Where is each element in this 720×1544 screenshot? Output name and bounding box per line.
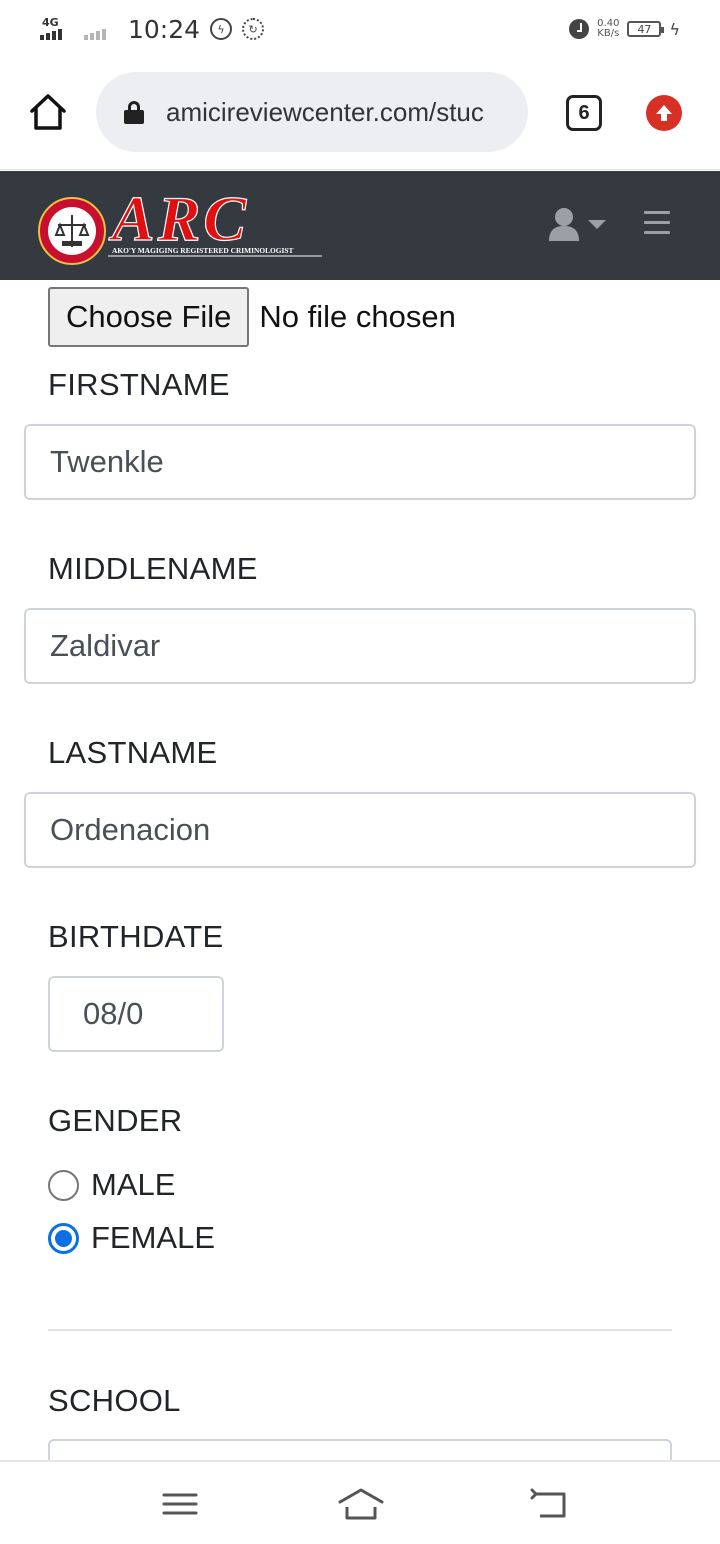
- recent-apps-button[interactable]: [160, 1486, 200, 1522]
- speed-unit: KB/s: [597, 28, 620, 39]
- arrow-up-icon: [656, 105, 672, 121]
- update-button[interactable]: [646, 95, 682, 131]
- lastname-label: LASTNAME: [48, 735, 218, 770]
- status-right: 0.40 KB/s 47 ϟ: [569, 19, 680, 39]
- male-label: MALE: [91, 1167, 176, 1202]
- system-home-button[interactable]: [338, 1486, 384, 1522]
- female-radio[interactable]: [48, 1222, 79, 1254]
- birthdate-label: BIRTHDATE: [48, 919, 224, 954]
- home-outline-icon: [338, 1488, 384, 1520]
- user-icon: [549, 208, 579, 241]
- network-speed: 0.40 KB/s: [597, 19, 619, 39]
- male-radio[interactable]: [48, 1169, 79, 1201]
- middlename-value: Zaldivar: [50, 628, 161, 663]
- clock: 10:24: [128, 14, 201, 44]
- tab-switcher-button[interactable]: 6: [566, 95, 602, 131]
- home-icon: [30, 94, 66, 130]
- network-type: 4G: [42, 16, 59, 29]
- mobile-signal-icon: 4G: [40, 16, 74, 42]
- logo-graphic: ARC AKO'Y MAGIGING REGISTERED CRIMINOLOG…: [38, 182, 322, 265]
- user-menu-toggle[interactable]: [548, 207, 606, 241]
- gender-label: GENDER: [48, 1103, 183, 1138]
- lock-icon: [124, 101, 144, 124]
- back-button[interactable]: [530, 1486, 570, 1522]
- menu-icon: [162, 1493, 198, 1515]
- firstname-value: Twenkle: [50, 444, 164, 479]
- school-input[interactable]: [48, 1439, 672, 1460]
- site-navbar: ARC AKO'Y MAGIGING REGISTERED CRIMINOLOG…: [0, 171, 720, 280]
- file-upload: Choose File No file chosen: [48, 287, 456, 347]
- hamburger-menu-button[interactable]: [644, 211, 670, 241]
- lastname-value: Ordenacion: [50, 812, 211, 847]
- home-button[interactable]: [28, 92, 68, 132]
- address-bar[interactable]: amicireviewcenter.com/stuc: [96, 72, 528, 152]
- lastname-input[interactable]: Ordenacion: [24, 792, 696, 868]
- chevron-down-icon: [588, 219, 606, 229]
- firstname-label: FIRSTNAME: [48, 367, 230, 402]
- logo-tagline: AKO'Y MAGIGING REGISTERED CRIMINOLOGIST: [112, 246, 294, 255]
- charging-icon: ϟ: [669, 19, 680, 39]
- student-form: Choose File No file chosen FIRSTNAME Twe…: [0, 280, 720, 1460]
- status-left: 4G 10:24 ϟ ↻: [40, 14, 265, 44]
- status-bar: 4G 10:24 ϟ ↻ 0.40 KB/s 47 ϟ: [0, 0, 720, 58]
- firstname-input[interactable]: Twenkle: [24, 424, 696, 500]
- arc-logo[interactable]: ARC AKO'Y MAGIGING REGISTERED CRIMINOLOG…: [34, 182, 324, 265]
- birthdate-value: 08/0: [83, 996, 144, 1031]
- tab-count: 6: [578, 101, 590, 124]
- back-icon: [530, 1488, 566, 1518]
- gender-option-female[interactable]: FEMALE: [48, 1220, 215, 1256]
- section-divider: [48, 1329, 672, 1331]
- secondary-signal-icon: [84, 16, 112, 42]
- choose-file-button[interactable]: Choose File: [48, 287, 250, 347]
- birthdate-input[interactable]: 08/0: [48, 976, 224, 1052]
- battery-level: 47: [637, 22, 652, 36]
- browser-toolbar: amicireviewcenter.com/stuc 6: [0, 58, 720, 170]
- middlename-label: MIDDLENAME: [48, 551, 258, 586]
- gender-option-male[interactable]: MALE: [48, 1167, 175, 1203]
- file-status: No file chosen: [259, 299, 456, 334]
- alarm-icon: [569, 19, 590, 39]
- messenger-icon: ϟ: [210, 18, 233, 40]
- logo-text: ARC: [108, 185, 249, 254]
- sync-icon: ↻: [242, 18, 265, 40]
- school-label: SCHOOL: [48, 1383, 181, 1418]
- battery-icon: 47: [627, 21, 665, 37]
- female-label: FEMALE: [91, 1220, 216, 1255]
- middlename-input[interactable]: Zaldivar: [24, 608, 696, 684]
- system-navigation-bar: [0, 1460, 720, 1544]
- url-text: amicireviewcenter.com/stuc: [166, 96, 484, 127]
